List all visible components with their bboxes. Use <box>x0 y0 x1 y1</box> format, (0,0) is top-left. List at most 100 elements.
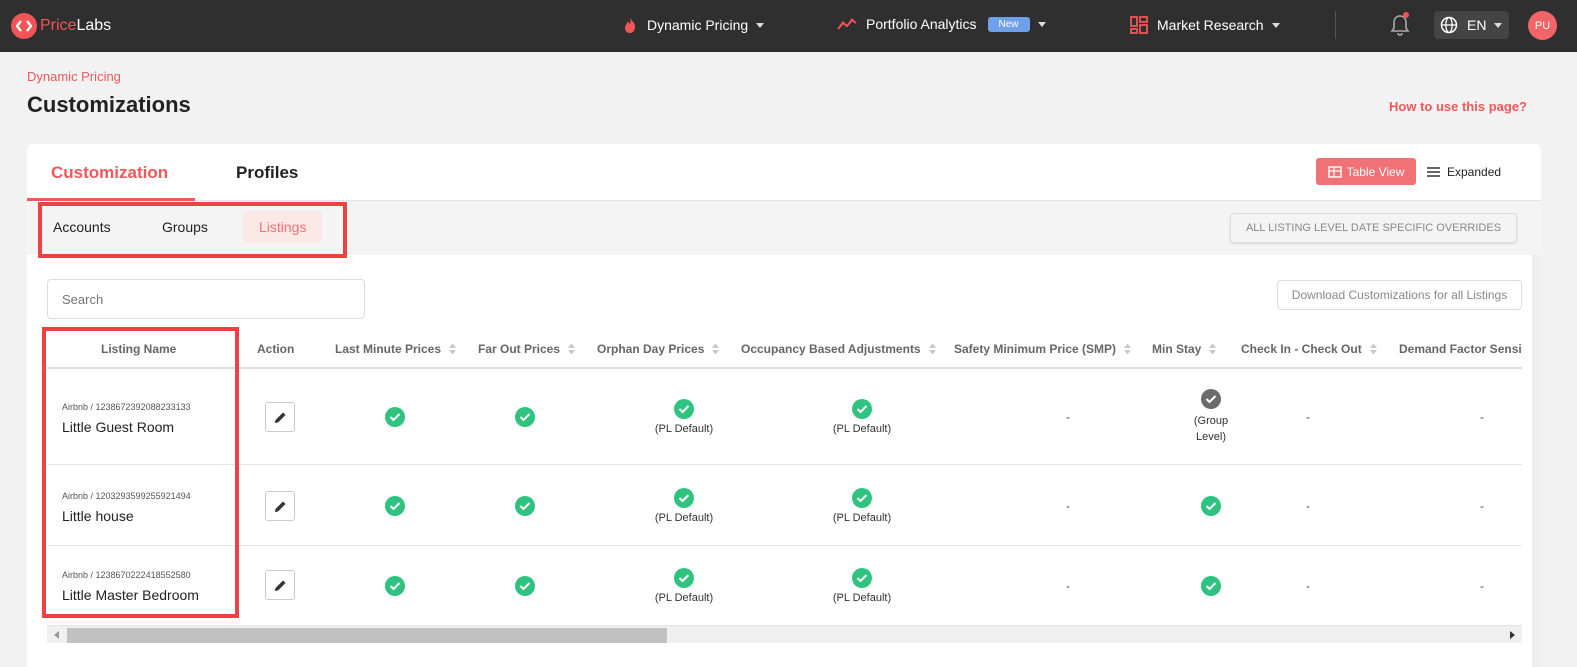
main-tabs: Customization Profiles Table View Expand… <box>27 144 1541 201</box>
page-title: Customizations <box>27 92 191 117</box>
col-min-stay[interactable]: Min Stay <box>1152 342 1216 356</box>
min-stay-status: (Group Level) <box>1167 369 1255 465</box>
listing-source: Airbnb / 1203293599255921494 <box>62 491 191 501</box>
horizontal-scrollbar[interactable] <box>47 625 1522 643</box>
listing-name[interactable]: Little Master Bedroom <box>62 587 199 603</box>
checkin-value: - <box>1306 578 1310 593</box>
check-circle-icon <box>674 567 694 588</box>
chevron-down-icon <box>1271 22 1280 28</box>
nav-market-research[interactable]: Market Research <box>1130 16 1280 34</box>
pl-default-label: (PL Default) <box>654 512 714 524</box>
col-far-out[interactable]: Far Out Prices <box>478 342 575 356</box>
nav-portfolio-analytics-label: Portfolio Analytics <box>866 16 977 32</box>
edit-button[interactable] <box>265 570 295 600</box>
language-select[interactable]: EN <box>1434 11 1509 39</box>
check-circle-icon <box>674 399 694 419</box>
tab-customization[interactable]: Customization <box>51 163 168 183</box>
nav-dynamic-pricing[interactable]: Dynamic Pricing <box>622 16 765 34</box>
breadcrumb[interactable]: Dynamic Pricing <box>27 69 121 84</box>
last-minute-status <box>375 466 415 546</box>
check-circle-icon <box>1201 389 1221 409</box>
demand-value: - <box>1480 410 1484 424</box>
checkin-value: - <box>1306 499 1310 513</box>
dashboard-grid-icon <box>1130 16 1148 34</box>
scroll-right-arrow-icon[interactable] <box>1510 631 1515 639</box>
edit-button[interactable] <box>265 402 295 432</box>
table-icon <box>1327 165 1342 178</box>
list-icon <box>1427 166 1440 177</box>
customizations-table: Listing Name Action Last Minute Prices F… <box>47 329 1522 624</box>
min-stay-status <box>1167 547 1255 624</box>
nav-portfolio-analytics[interactable]: Portfolio Analytics New <box>837 16 1046 32</box>
col-demand-factor[interactable]: Demand Factor Sensiti <box>1399 342 1522 356</box>
listing-name[interactable]: Little house <box>62 508 134 524</box>
orphan-day-status: (PL Default) <box>617 466 751 546</box>
scroll-left-arrow-icon[interactable] <box>54 631 59 639</box>
search-input[interactable] <box>47 279 365 319</box>
language-label: EN <box>1467 17 1487 33</box>
col-listing-name[interactable]: Listing Name <box>101 342 176 356</box>
edit-button[interactable] <box>265 491 295 521</box>
pencil-icon <box>274 580 285 591</box>
pencil-icon <box>274 412 285 423</box>
download-customizations-button[interactable]: Download Customizations for all Listings <box>1277 280 1522 310</box>
sort-icon <box>712 344 719 354</box>
expanded-view-label: Expanded <box>1447 164 1502 179</box>
brand-part-price: Price <box>40 17 77 34</box>
pencil-icon <box>274 501 285 512</box>
vertical-scrollbar[interactable] <box>1532 255 1541 667</box>
table-row: Airbnb / 1203293599255921494 Little hous… <box>47 466 1522 546</box>
notification-dot <box>1403 12 1409 18</box>
col-occupancy[interactable]: Occupancy Based Adjustments <box>741 342 936 356</box>
last-minute-status <box>375 369 415 465</box>
check-circle-icon <box>385 407 405 427</box>
orphan-day-status: (PL Default) <box>617 369 751 465</box>
subtab-accounts[interactable]: Accounts <box>53 211 111 243</box>
nav-dynamic-pricing-label: Dynamic Pricing <box>647 17 749 33</box>
date-specific-overrides-button[interactable]: ALL LISTING LEVEL DATE SPECIFIC OVERRIDE… <box>1230 213 1517 243</box>
nav-market-research-label: Market Research <box>1157 17 1264 33</box>
table-view-button[interactable]: Table View <box>1316 158 1416 185</box>
chevron-down-icon <box>756 22 765 28</box>
check-circle-icon <box>1201 575 1221 596</box>
expanded-view-button[interactable]: Expanded <box>1427 158 1501 185</box>
how-to-link[interactable]: How to use this page? <box>1389 99 1527 114</box>
col-checkin-checkout[interactable]: Check In - Check Out <box>1241 342 1377 356</box>
col-last-minute[interactable]: Last Minute Prices <box>335 342 456 356</box>
group-level-label: (Group Level) <box>1193 415 1229 443</box>
pl-default-label: (PL Default) <box>654 423 714 435</box>
check-circle-icon <box>674 488 694 508</box>
col-orphan-day[interactable]: Orphan Day Prices <box>597 342 719 356</box>
col-smp[interactable]: Safety Minimum Price (SMP) <box>954 342 1131 356</box>
tab-profiles[interactable]: Profiles <box>236 163 298 183</box>
listing-source: Airbnb / 1238670222418552580 <box>62 570 191 580</box>
pl-default-label: (PL Default) <box>832 512 892 524</box>
col-checkin-label: Check In - Check Out <box>1241 342 1362 356</box>
check-circle-icon <box>515 575 535 596</box>
scrollbar-thumb[interactable] <box>67 628 667 643</box>
listing-name[interactable]: Little Guest Room <box>62 419 174 435</box>
sort-icon <box>929 344 936 354</box>
checkin-value: - <box>1306 410 1310 424</box>
last-minute-status <box>375 547 415 624</box>
subtab-listings[interactable]: Listings <box>243 211 322 243</box>
demand-value: - <box>1480 499 1484 513</box>
subtab-groups[interactable]: Groups <box>162 211 208 243</box>
sort-icon <box>1370 344 1377 354</box>
flame-icon <box>625 17 636 33</box>
sort-icon <box>568 344 575 354</box>
top-navbar: Price Labs Dynamic Pricing Portfolio Anal… <box>0 0 1577 52</box>
pricelabs-logo[interactable]: Price Labs <box>11 13 111 39</box>
min-stay-status <box>1167 466 1255 546</box>
user-avatar[interactable]: PU <box>1528 11 1557 40</box>
pl-default-label: (PL Default) <box>654 591 714 604</box>
table-row: Airbnb / 1238672392088233133 Little Gues… <box>47 369 1522 465</box>
occupancy-status: (PL Default) <box>795 547 929 624</box>
pl-default-label: (PL Default) <box>832 423 892 435</box>
col-occupancy-label: Occupancy Based Adjustments <box>741 342 921 356</box>
check-circle-icon <box>385 496 405 516</box>
smp-value: - <box>1066 578 1070 593</box>
far-out-status <box>505 466 545 546</box>
check-circle-icon <box>1201 496 1221 516</box>
sort-icon <box>1124 344 1131 354</box>
